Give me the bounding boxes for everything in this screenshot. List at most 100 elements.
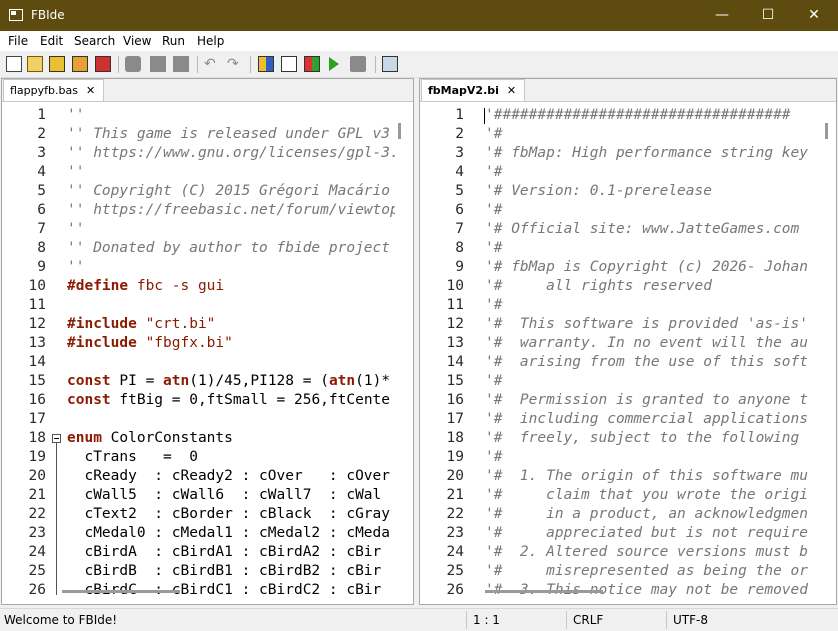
code-line: cBirdA : cBirdA1 : cBirdA2 : cBir — [67, 543, 381, 562]
line-number: 21 — [446, 487, 464, 503]
tab-close-icon[interactable]: ✕ — [86, 84, 95, 97]
code-token: '# fbMap: High performance string key — [485, 145, 809, 161]
tab-flappyfb[interactable]: flappyfb.bas ✕ — [3, 79, 105, 101]
paste-icon[interactable] — [173, 56, 189, 72]
code-token: #define — [67, 278, 129, 294]
status-bar: Welcome to FBIde! 1 : 1 CRLF UTF-8 — [0, 608, 838, 631]
run-icon[interactable] — [329, 57, 339, 71]
line-number: 8 — [37, 240, 46, 256]
line-number: 17 — [28, 411, 46, 427]
line-number: 15 — [446, 373, 464, 389]
horizontal-scrollbar-thumb[interactable] — [485, 590, 603, 593]
code-line: '' — [67, 106, 84, 125]
vertical-scrollbar[interactable] — [822, 103, 834, 590]
compile-icon[interactable] — [258, 56, 274, 72]
code-line: #include "crt.bi" — [67, 315, 215, 334]
open-file-icon[interactable] — [27, 56, 43, 72]
fold-guide — [56, 443, 57, 595]
line-number: 8 — [455, 240, 464, 256]
menu-edit[interactable]: Edit — [40, 34, 63, 48]
code-token: '# Official site: www.JatteGames.com — [485, 221, 800, 237]
code-token: '' Donated by author to fbide project — [67, 240, 391, 256]
code-token: const — [67, 392, 111, 408]
code-token: '# This software is provided 'as-is' — [485, 316, 809, 332]
menu-bar: File Edit Search View Run Help — [0, 31, 838, 51]
code-line: '# freely, subject to the following — [485, 429, 799, 448]
horizontal-scrollbar-thumb[interactable] — [62, 590, 180, 593]
left-editor-pane: flappyfb.bas ✕ 1 '' 2 '' This game is releas… — [1, 78, 414, 605]
line-number: 13 — [446, 335, 464, 351]
code-line: '# — [485, 239, 502, 258]
output-icon[interactable] — [382, 56, 398, 72]
line-number: 7 — [455, 221, 464, 237]
code-line: '' Copyright (C) 2015 Grégori Macário — [67, 182, 390, 201]
options-icon[interactable] — [304, 56, 320, 72]
close-file-icon[interactable] — [95, 56, 111, 72]
tab-close-icon[interactable]: ✕ — [507, 84, 516, 97]
code-line: cReady : cReady2 : cOver : cOver — [67, 467, 390, 486]
code-token: '# — [485, 240, 503, 256]
code-token: '# in a product, an acknowledgmen — [485, 506, 809, 522]
undo-icon[interactable]: ↶ — [204, 56, 220, 72]
line-number: 24 — [446, 544, 464, 560]
fold-toggle-icon[interactable] — [52, 434, 61, 443]
redo-icon[interactable]: ↷ — [227, 56, 243, 72]
code-token: '# misrepresented as being the or — [485, 563, 809, 579]
line-number: 22 — [446, 506, 464, 522]
menu-view[interactable]: View — [123, 34, 151, 48]
code-token: '# Permission is granted to anyone t — [485, 392, 809, 408]
code-line: '################################## — [485, 106, 791, 125]
line-number: 11 — [28, 297, 46, 313]
line-number: 14 — [446, 354, 464, 370]
line-number: 17 — [446, 411, 464, 427]
status-separator — [666, 611, 667, 629]
cut-icon[interactable] — [125, 56, 141, 72]
vertical-scrollbar[interactable] — [395, 103, 407, 590]
code-token: cWall5 : cWall6 : cWall7 : cWal — [67, 487, 382, 503]
right-editor-pane: fbMapV2.bi ✕ 1 '##########################… — [419, 78, 837, 605]
line-number: 5 — [37, 183, 46, 199]
line-number: 4 — [455, 164, 464, 180]
code-token: '' — [67, 164, 85, 180]
tab-fbmapv2[interactable]: fbMapV2.bi ✕ — [421, 79, 526, 101]
new-file-icon[interactable] — [6, 56, 22, 72]
code-token: '' This game is released under GPL v3 — [67, 126, 391, 142]
save-all-icon[interactable] — [72, 56, 88, 72]
minimize-button[interactable]: — — [699, 0, 745, 31]
save-icon[interactable] — [49, 56, 65, 72]
menu-search[interactable]: Search — [74, 34, 115, 48]
code-token: '' — [67, 259, 85, 275]
code-token: const — [67, 373, 111, 389]
cursor-position: 1 : 1 — [473, 613, 500, 627]
results-icon[interactable] — [281, 56, 297, 72]
code-line: '' https://www.gnu.org/licenses/gpl-3. — [67, 144, 399, 163]
code-line: '' — [67, 163, 84, 182]
close-button[interactable]: ✕ — [791, 0, 837, 31]
code-token: (1)* — [355, 373, 391, 389]
code-editor-left[interactable]: 1 '' 2 '' This game is released under GPL v… — [2, 102, 413, 604]
menu-run[interactable]: Run — [162, 34, 185, 48]
line-number: 14 — [28, 354, 46, 370]
line-number: 12 — [28, 316, 46, 332]
code-token: '# — [485, 126, 503, 142]
scrollbar-thumb[interactable] — [398, 123, 401, 139]
maximize-button[interactable]: ☐ — [745, 0, 791, 31]
code-token: PI = — [110, 373, 164, 389]
build-icon[interactable] — [350, 56, 366, 72]
code-token: '# appreciated but is not require — [485, 525, 809, 541]
scrollbar-thumb[interactable] — [825, 123, 828, 139]
copy-icon[interactable] — [150, 56, 166, 72]
line-number: 23 — [28, 525, 46, 541]
code-token: '' Copyright (C) 2015 Grégori Macário — [67, 183, 391, 199]
menu-file[interactable]: File — [8, 34, 28, 48]
left-tab-strip: flappyfb.bas ✕ — [2, 79, 413, 102]
code-line: '# 2. Altered source versions must b — [485, 543, 808, 562]
code-token: '# all rights reserved — [485, 278, 712, 294]
code-token: '# — [485, 373, 503, 389]
code-editor-right[interactable]: 1 '################################## 2 '# 3… — [420, 102, 836, 604]
line-number: 1 — [455, 107, 464, 123]
code-line: '# fbMap is Copyright (c) 2026- Johan — [485, 258, 808, 277]
menu-help[interactable]: Help — [197, 34, 224, 48]
code-line: '# warranty. In no event will the au — [485, 334, 808, 353]
code-token: cReady : cReady2 : cOver : cOver — [67, 468, 391, 484]
